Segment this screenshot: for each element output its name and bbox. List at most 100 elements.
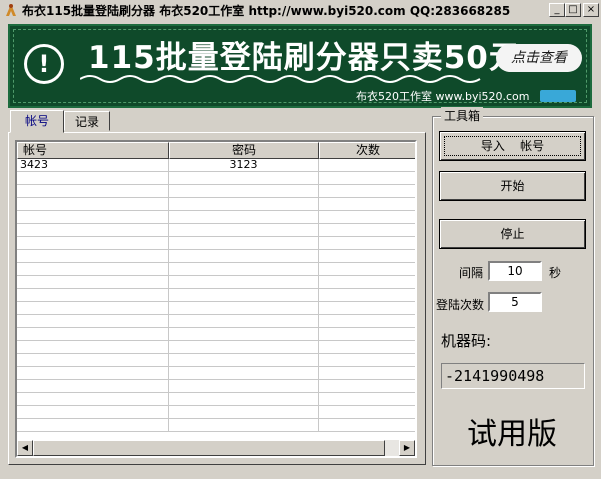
- empty-cell: [169, 380, 319, 392]
- horizontal-scrollbar[interactable]: ◀ ▶: [17, 440, 415, 456]
- empty-row: [17, 419, 415, 432]
- column-header-count[interactable]: 次数: [319, 142, 415, 159]
- empty-cell: [169, 263, 319, 275]
- empty-row: [17, 237, 415, 250]
- stop-button[interactable]: 停止: [439, 219, 586, 249]
- banner-subtext: 布衣520工作室 www.byi520.com: [356, 90, 530, 103]
- column-header-account[interactable]: 帐号: [17, 142, 169, 159]
- empty-cell: [169, 289, 319, 301]
- empty-cell: [169, 302, 319, 314]
- trial-version-label: 试用版: [467, 417, 557, 452]
- empty-row: [17, 354, 415, 367]
- account-list[interactable]: 帐号 密码 次数 3423 3123 ◀ ▶: [15, 140, 417, 458]
- empty-cell: [169, 341, 319, 353]
- toolbox-title: 工具箱: [441, 107, 484, 124]
- close-button[interactable]: ×: [583, 3, 599, 17]
- cell-password: 3123: [169, 159, 319, 171]
- empty-row: [17, 185, 415, 198]
- empty-cell: [319, 198, 415, 210]
- scroll-right-arrow-icon[interactable]: ▶: [399, 440, 415, 456]
- table-row[interactable]: 3423 3123: [17, 159, 415, 172]
- empty-cell: [17, 185, 169, 197]
- empty-cell: [17, 406, 169, 418]
- empty-cell: [319, 302, 415, 314]
- maximize-button[interactable]: □: [565, 3, 581, 17]
- empty-row: [17, 393, 415, 406]
- empty-row: [17, 276, 415, 289]
- minimize-button[interactable]: _: [549, 3, 565, 17]
- empty-cell: [17, 263, 169, 275]
- empty-cell: [17, 393, 169, 405]
- cell-count: [319, 159, 415, 171]
- login-count-input[interactable]: 5: [488, 292, 542, 312]
- empty-cell: [169, 185, 319, 197]
- empty-cell: [17, 224, 169, 236]
- empty-cell: [169, 172, 319, 184]
- empty-cell: [169, 250, 319, 262]
- empty-cell: [169, 328, 319, 340]
- scrollbar-thumb[interactable]: [33, 440, 385, 456]
- empty-cell: [17, 172, 169, 184]
- tab-account[interactable]: 帐号: [10, 110, 64, 133]
- empty-cell: [319, 354, 415, 366]
- empty-cell: [319, 367, 415, 379]
- empty-cell: [17, 237, 169, 249]
- empty-cell: [17, 341, 169, 353]
- empty-cell: [319, 224, 415, 236]
- empty-cell: [17, 380, 169, 392]
- interval-unit: 秒: [549, 266, 562, 280]
- empty-cell: [17, 328, 169, 340]
- tab-record[interactable]: 记录: [64, 111, 110, 131]
- interval-label: 间隔: [459, 266, 484, 280]
- empty-row: [17, 380, 415, 393]
- window-title: 布衣115批量登陆刷分器 布衣520工作室 http://www.byi520.…: [22, 4, 511, 18]
- empty-cell: [169, 406, 319, 418]
- empty-row: [17, 250, 415, 263]
- empty-cell: [17, 289, 169, 301]
- empty-cell: [169, 315, 319, 327]
- empty-row: [17, 315, 415, 328]
- empty-cell: [319, 185, 415, 197]
- scroll-left-arrow-icon[interactable]: ◀: [17, 440, 33, 456]
- banner-cta-badge[interactable]: 点击查看: [496, 44, 582, 72]
- empty-cell: [319, 289, 415, 301]
- list-header: 帐号 密码 次数: [17, 142, 415, 159]
- empty-cell: [319, 263, 415, 275]
- empty-row: [17, 367, 415, 380]
- start-button[interactable]: 开始: [439, 171, 586, 201]
- machine-code-label: 机器码:: [441, 332, 492, 350]
- empty-cell: [319, 419, 415, 431]
- empty-row: [17, 211, 415, 224]
- empty-cell: [17, 276, 169, 288]
- empty-cell: [169, 354, 319, 366]
- banner-headline: 115批量登陆刷分器只卖50元: [88, 40, 521, 76]
- empty-cell: [17, 198, 169, 210]
- squiggle-underline-icon: [80, 75, 481, 83]
- import-account-button[interactable]: 导入 帐号: [439, 131, 586, 161]
- cell-account: 3423: [17, 159, 169, 171]
- empty-row: [17, 289, 415, 302]
- empty-cell: [169, 237, 319, 249]
- empty-row: [17, 328, 415, 341]
- login-count-label: 登陆次数: [436, 298, 485, 312]
- empty-cell: [319, 250, 415, 262]
- empty-cell: [169, 367, 319, 379]
- empty-cell: [169, 393, 319, 405]
- machine-code-field[interactable]: -2141990498: [441, 363, 585, 389]
- empty-cell: [169, 224, 319, 236]
- list-rows: 3423 3123: [17, 159, 415, 439]
- interval-input[interactable]: 10: [488, 261, 542, 281]
- empty-cell: [319, 393, 415, 405]
- empty-cell: [169, 419, 319, 431]
- empty-row: [17, 172, 415, 185]
- ad-banner[interactable]: ! 115批量登陆刷分器只卖50元 点击查看 布衣520工作室 www.byi5…: [8, 24, 592, 108]
- empty-cell: [319, 276, 415, 288]
- column-header-password[interactable]: 密码: [169, 142, 319, 159]
- empty-cell: [319, 315, 415, 327]
- empty-cell: [319, 237, 415, 249]
- title-bar[interactable]: 布衣115批量登陆刷分器 布衣520工作室 http://www.byi520.…: [0, 0, 601, 20]
- empty-row: [17, 263, 415, 276]
- empty-cell: [17, 367, 169, 379]
- eraser-icon: [540, 90, 576, 102]
- empty-cell: [17, 354, 169, 366]
